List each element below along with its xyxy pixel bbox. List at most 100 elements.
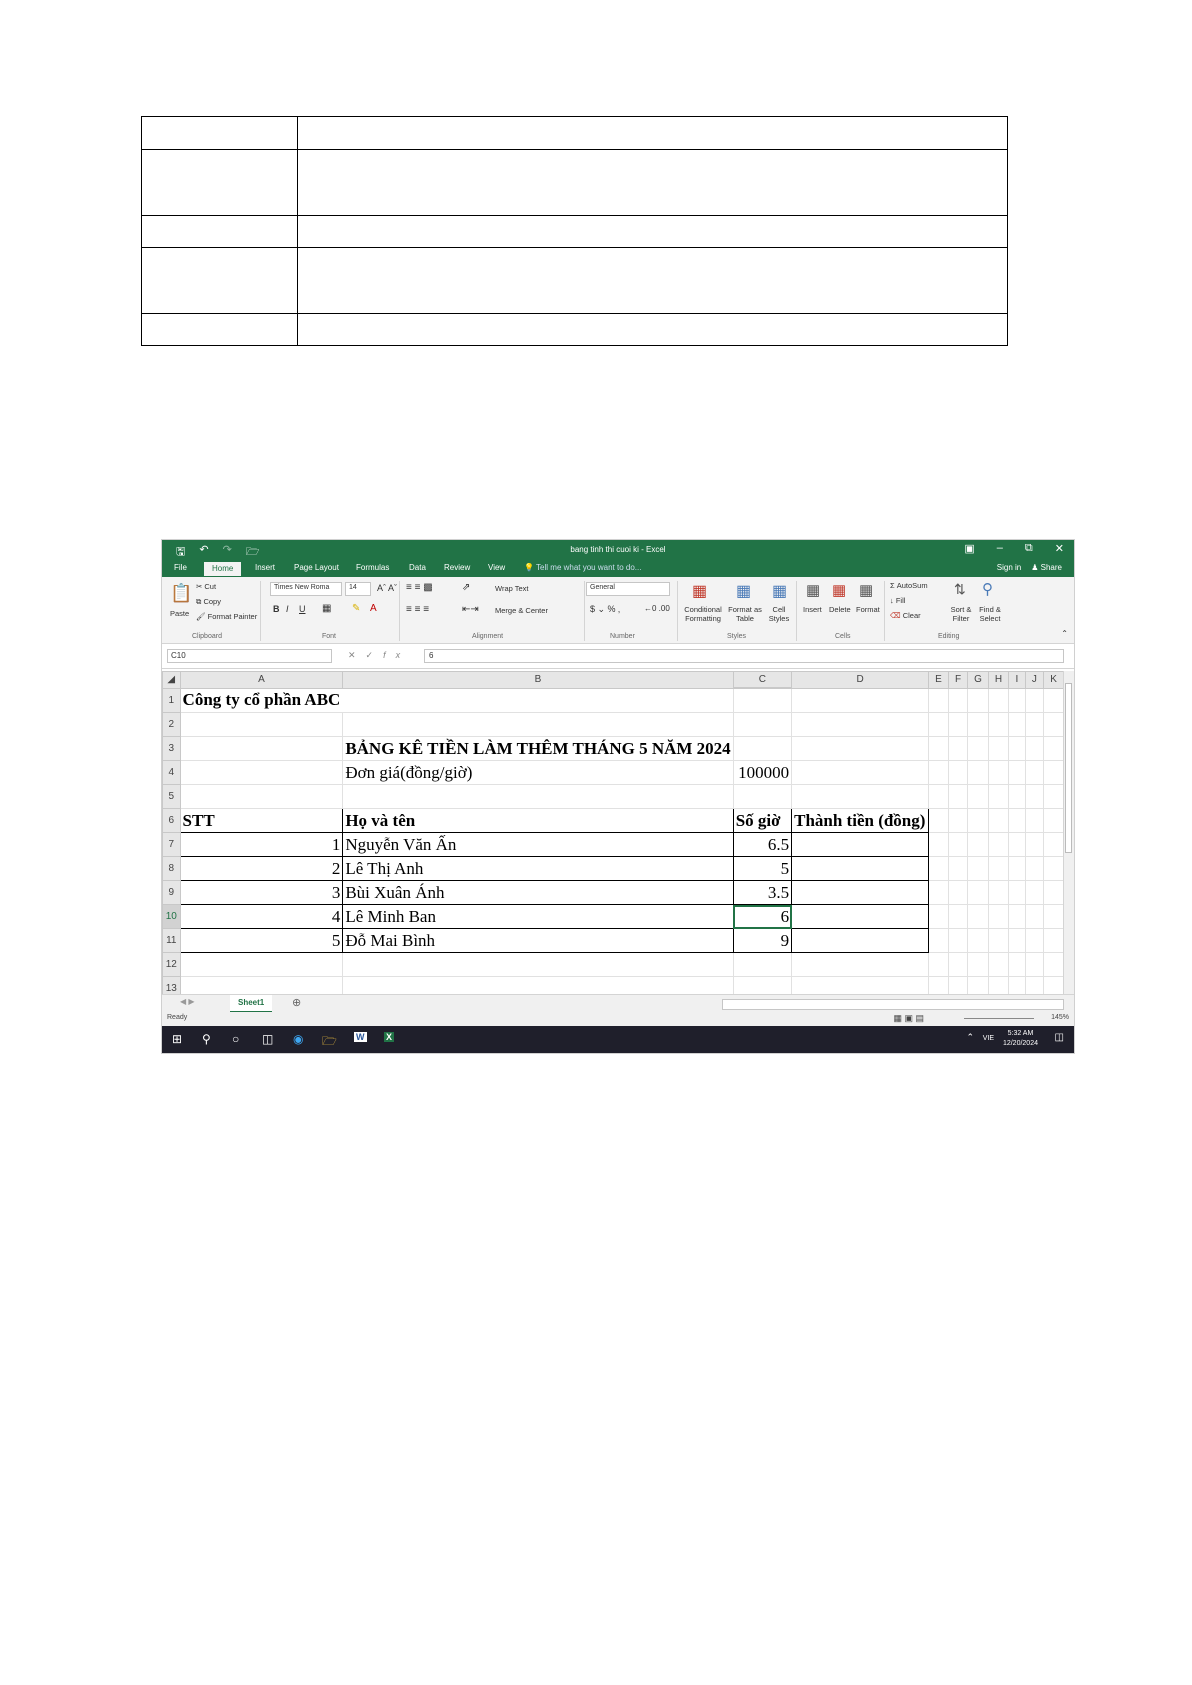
active-cell-c10[interactable]: 6 <box>732 904 793 929</box>
merge-center-button[interactable]: Merge & Center <box>495 606 548 615</box>
tell-me-box[interactable]: 💡 Tell me what you want to do... <box>524 563 641 572</box>
cell[interactable] <box>967 687 989 713</box>
cell[interactable] <box>947 760 969 785</box>
share-button[interactable]: ♟ Share <box>1031 563 1062 572</box>
tab-home[interactable]: Home <box>204 562 242 576</box>
cell[interactable] <box>947 928 969 953</box>
cell-styles-icon[interactable]: ▦ <box>772 581 787 601</box>
underline-icon[interactable]: U <box>299 604 306 614</box>
cell[interactable] <box>342 687 734 713</box>
cell-stt[interactable]: 1 <box>179 832 344 857</box>
cell-styles-button[interactable]: Cell Styles <box>767 605 791 623</box>
task-view-icon[interactable]: ◫ <box>262 1032 273 1046</box>
delete-button[interactable]: Delete <box>829 605 851 614</box>
cell[interactable] <box>987 856 1010 881</box>
view-mode-icons[interactable]: ▦ ▣ ▤ <box>893 1013 924 1024</box>
sheet-nav-icon[interactable]: ◀ ▶ <box>180 997 195 1006</box>
cell[interactable] <box>1008 784 1026 809</box>
cell[interactable] <box>1008 808 1026 833</box>
cell[interactable] <box>1024 856 1045 881</box>
row-header[interactable]: 7 <box>162 832 181 857</box>
indent-icon[interactable]: ⇤⇥ <box>462 604 479 615</box>
file-explorer-icon[interactable]: 🗁 <box>322 1032 337 1053</box>
cell[interactable] <box>967 880 989 905</box>
cell[interactable] <box>791 712 930 737</box>
row-header[interactable]: 8 <box>162 856 181 881</box>
sort-filter-icon[interactable]: ⇅ <box>954 581 966 598</box>
clear-button[interactable]: ⌫ Clear <box>890 611 921 620</box>
cell[interactable] <box>179 976 344 994</box>
cortana-icon[interactable]: ○ <box>232 1032 239 1046</box>
column-header[interactable]: C <box>732 671 793 689</box>
add-sheet-icon[interactable]: ⊕ <box>292 996 301 1009</box>
column-header[interactable]: I <box>1008 671 1026 689</box>
cell[interactable] <box>1008 832 1026 857</box>
cell[interactable] <box>1024 736 1045 761</box>
cell-b4[interactable]: Đơn giá(đồng/giờ) <box>342 760 734 785</box>
cell[interactable] <box>967 976 989 994</box>
grow-font-icon[interactable]: Aˆ Aˇ <box>377 583 397 593</box>
cell[interactable] <box>947 880 969 905</box>
cell[interactable] <box>1043 760 1064 785</box>
row-header[interactable]: 5 <box>162 784 181 809</box>
fill-button[interactable]: ↓ Fill <box>890 596 905 605</box>
cell[interactable] <box>987 687 1010 713</box>
decimal-icon[interactable]: ←0 .00 <box>644 604 670 613</box>
cell[interactable] <box>1008 976 1026 994</box>
cell[interactable] <box>987 712 1010 737</box>
bold-icon[interactable]: B <box>273 604 280 614</box>
paste-button[interactable]: Paste <box>170 609 189 618</box>
format-painter-button[interactable]: 🖌 Format Painter <box>196 612 257 621</box>
accounting-format-icon[interactable]: $ ⌄ % ‚ <box>590 604 620 615</box>
row-header[interactable]: 6 <box>162 808 181 833</box>
ribbon-display-icon[interactable]: ▣ <box>964 542 974 555</box>
cell-amount[interactable] <box>791 928 930 953</box>
vertical-scrollbar[interactable] <box>1063 671 1074 994</box>
cell[interactable] <box>1043 976 1064 994</box>
row-header[interactable]: 10 <box>162 904 181 929</box>
cell[interactable] <box>928 687 949 713</box>
cell[interactable] <box>1043 880 1064 905</box>
cell[interactable] <box>947 808 969 833</box>
cell-hours[interactable]: 6.5 <box>732 832 793 857</box>
cell[interactable] <box>947 976 969 994</box>
cell[interactable] <box>928 904 949 929</box>
cell[interactable] <box>791 736 930 761</box>
cell[interactable] <box>732 712 793 737</box>
column-header[interactable]: K <box>1043 671 1064 689</box>
cell[interactable] <box>1043 832 1064 857</box>
cell[interactable] <box>1008 904 1026 929</box>
format-as-table-button[interactable]: Format as Table <box>727 605 763 623</box>
cell[interactable] <box>967 808 989 833</box>
tab-data[interactable]: Data <box>409 563 426 572</box>
row-header[interactable]: 1 <box>162 687 181 713</box>
conditional-formatting-icon[interactable]: ▦ <box>692 581 707 601</box>
cell[interactable] <box>987 784 1010 809</box>
cell[interactable] <box>732 952 793 977</box>
cell[interactable] <box>791 976 930 994</box>
minimize-icon[interactable]: – <box>997 542 1003 555</box>
sign-in-link[interactable]: Sign in <box>997 563 1021 572</box>
edge-icon[interactable]: ◉ <box>293 1032 303 1046</box>
tab-file[interactable]: File <box>174 563 187 572</box>
cell[interactable] <box>791 952 930 977</box>
cell[interactable] <box>967 928 989 953</box>
search-icon[interactable]: ⚲ <box>202 1032 211 1046</box>
font-size-select[interactable]: 14 <box>345 582 371 596</box>
cell-name[interactable]: Lê Minh Ban <box>342 904 734 929</box>
font-name-select[interactable]: Times New Roma <box>270 582 342 596</box>
cell[interactable] <box>928 952 949 977</box>
format-as-table-icon[interactable]: ▦ <box>736 581 751 601</box>
cell[interactable] <box>967 904 989 929</box>
cell[interactable] <box>732 687 793 713</box>
cell[interactable] <box>967 784 989 809</box>
cell[interactable] <box>791 687 930 713</box>
cell[interactable] <box>947 784 969 809</box>
cut-button[interactable]: ✂ Cut <box>196 582 216 591</box>
cell[interactable] <box>947 952 969 977</box>
cell[interactable] <box>1043 784 1064 809</box>
name-box[interactable]: C10 <box>167 649 332 663</box>
cell[interactable] <box>1024 904 1045 929</box>
cell[interactable] <box>928 880 949 905</box>
row-header[interactable]: 3 <box>162 736 181 761</box>
